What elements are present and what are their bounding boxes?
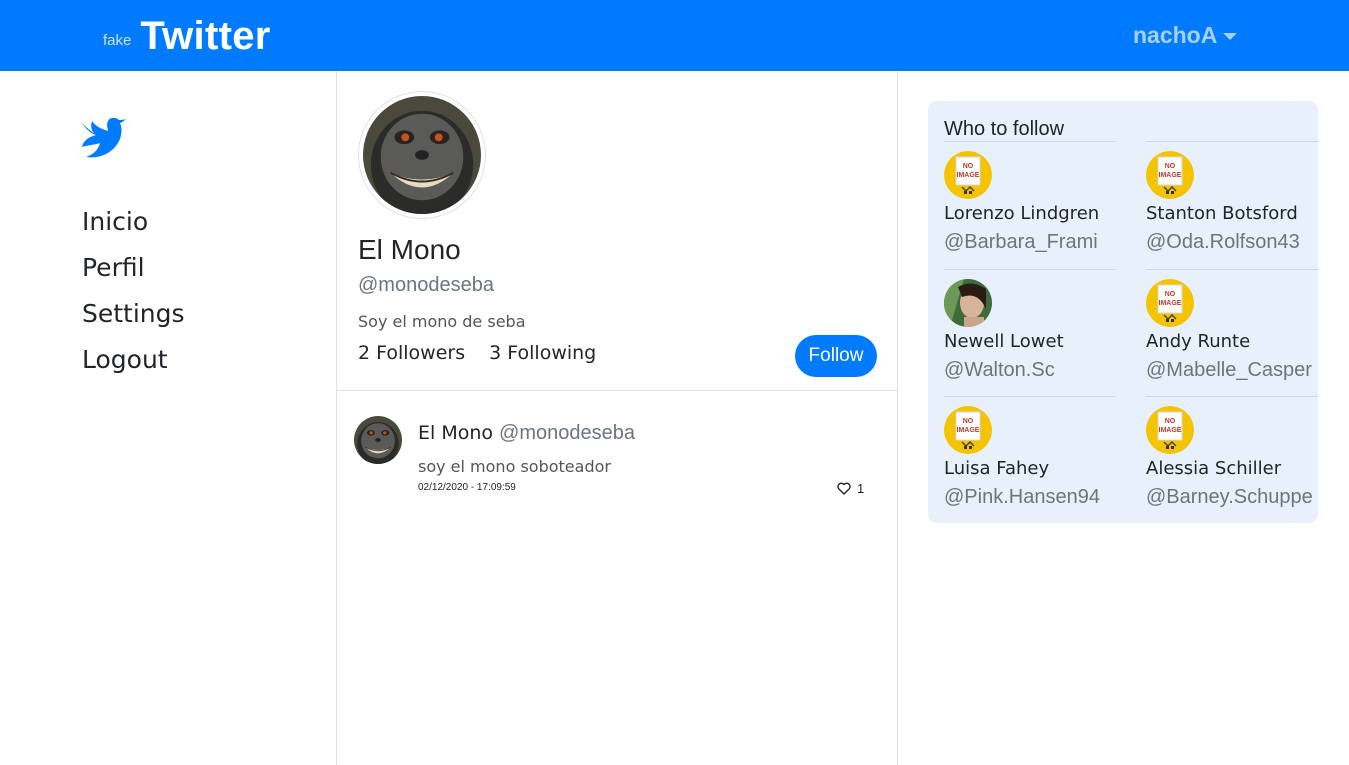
tweet-timestamp: 02/12/2020 - 17:09:59	[418, 482, 516, 493]
suggestion-handle: @Mabelle_Casper	[1146, 359, 1312, 381]
caret-down-icon	[1223, 33, 1238, 40]
suggestion-avatar	[1146, 406, 1194, 454]
tweet-handle: @monodeseba	[499, 422, 635, 444]
brand-link[interactable]: fake Twitter	[103, 14, 271, 59]
suggestion-handle: @Barbara_Frami	[944, 231, 1098, 253]
suggestion-name: Alessia Schiller	[1146, 458, 1282, 479]
suggestion-item[interactable]: Lorenzo Lindgren @Barbara_Frami	[944, 141, 1116, 268]
profile-stats: 2 Followers 3 Following	[358, 342, 620, 364]
suggestion-item[interactable]: Luisa Fahey @Pink.Hansen94	[944, 396, 1116, 523]
bird-icon[interactable]	[80, 115, 126, 159]
user-dropdown[interactable]: nachoA	[1133, 22, 1238, 49]
tweet-item: El Mono @monodeseba soy el mono sobotead…	[337, 392, 897, 502]
heart-icon	[837, 482, 851, 495]
suggestion-name: Andy Runte	[1146, 331, 1251, 352]
brand-prefix: fake	[103, 32, 132, 49]
suggestion-handle: @Pink.Hansen94	[944, 486, 1100, 508]
suggestion-avatar	[944, 406, 992, 454]
sidebar-item-settings[interactable]: Settings	[82, 291, 185, 337]
suggestion-item[interactable]: Alessia Schiller @Barney.Schuppe	[1146, 396, 1318, 523]
tweet-author[interactable]: El Mono	[418, 422, 493, 444]
suggestion-item[interactable]: Newell Lowet @Walton.Sc	[944, 269, 1116, 396]
tweet-header: El Mono @monodeseba	[418, 422, 635, 445]
suggestion-name: Newell Lowet	[944, 331, 1064, 352]
follow-button[interactable]: Follow	[795, 335, 877, 377]
profile-column: El Mono @monodeseba Soy el mono de seba …	[337, 71, 898, 765]
tweet-text: soy el mono soboteador	[418, 457, 611, 476]
profile-bio: Soy el mono de seba	[358, 312, 526, 331]
left-sidebar: Inicio Perfil Settings Logout	[0, 71, 337, 765]
profile-avatar	[358, 91, 486, 219]
sidebar-nav: Inicio Perfil Settings Logout	[82, 199, 185, 383]
suggestion-handle: @Walton.Sc	[944, 359, 1055, 381]
suggestion-handle: @Oda.Rolfson43	[1146, 231, 1300, 253]
like-button[interactable]: 1	[837, 481, 864, 496]
profile-header: El Mono @monodeseba Soy el mono de seba …	[337, 71, 897, 391]
profile-handle: @monodeseba	[358, 274, 494, 296]
sidebar-item-perfil[interactable]: Perfil	[82, 245, 185, 291]
username: nachoA	[1133, 22, 1218, 48]
suggestion-handle: @Barney.Schuppe	[1146, 486, 1313, 508]
suggestion-item[interactable]: Stanton Botsford @Oda.Rolfson43	[1146, 141, 1318, 268]
tweet-avatar[interactable]	[354, 416, 402, 464]
suggestion-name: Luisa Fahey	[944, 458, 1050, 479]
brand-title: Twitter	[140, 14, 271, 58]
suggestion-avatar	[944, 151, 992, 199]
suggestion-name: Lorenzo Lindgren	[944, 203, 1100, 224]
following-link[interactable]: 3 Following	[489, 342, 596, 364]
suggestion-avatar	[944, 279, 992, 327]
who-to-follow-title: Who to follow	[944, 118, 1065, 140]
profile-name: El Mono	[358, 234, 461, 265]
top-navbar: fake Twitter nachoA	[0, 0, 1349, 71]
sidebar-item-inicio[interactable]: Inicio	[82, 199, 185, 245]
suggestion-avatar	[1146, 279, 1194, 327]
suggestion-item[interactable]: Andy Runte @Mabelle_Casper	[1146, 269, 1318, 396]
like-count: 1	[857, 481, 865, 496]
followers-link[interactable]: 2 Followers	[358, 342, 465, 364]
suggestion-avatar	[1146, 151, 1194, 199]
suggestion-name: Stanton Botsford	[1146, 203, 1298, 224]
who-to-follow-card: Who to follow Lorenzo Lindgren @Barbara_…	[928, 101, 1318, 523]
sidebar-item-logout[interactable]: Logout	[82, 337, 185, 383]
